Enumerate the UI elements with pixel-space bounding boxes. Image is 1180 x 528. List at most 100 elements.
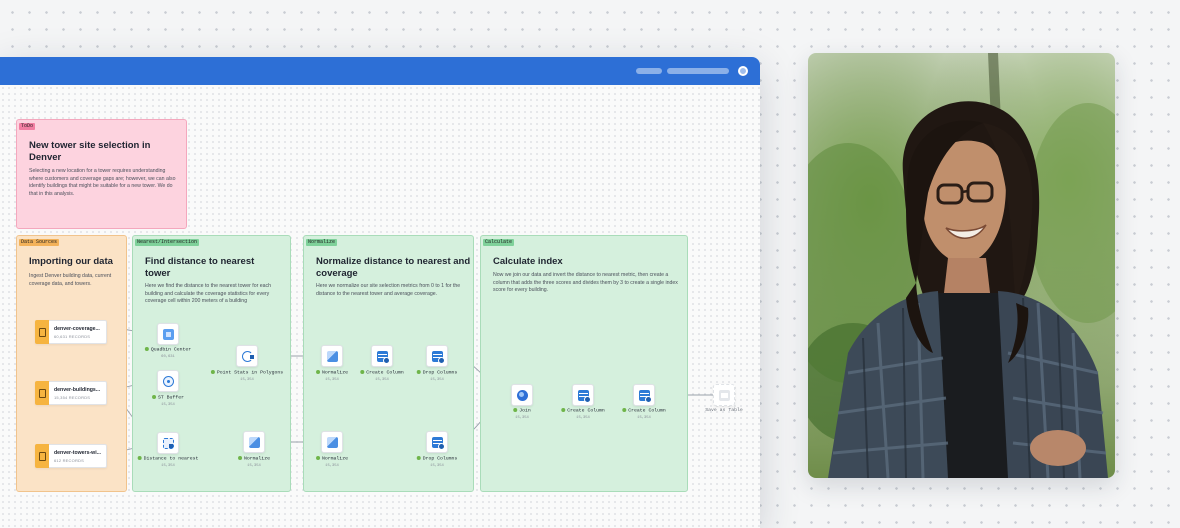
join-icon [517, 390, 528, 401]
drop-columns-icon [432, 351, 445, 364]
node-normalize-a[interactable] [321, 345, 343, 367]
node-label: Normalize [316, 370, 348, 375]
titlebar [0, 57, 760, 85]
node-count: 15,354 [325, 378, 339, 382]
node-quadbin-center[interactable] [157, 323, 179, 345]
todo-title: New tower site selection in Denver [29, 140, 151, 163]
source-record-count: 15,354 RECORDS [54, 395, 91, 400]
node-label: Drop Columns [416, 456, 457, 461]
status-ok-icon [416, 370, 421, 374]
data-sources-tag: Data Sources [19, 239, 60, 246]
status-ok-icon [316, 456, 321, 460]
status-ok-icon [360, 370, 365, 374]
drop-columns-icon [432, 437, 445, 450]
node-label: Join [513, 408, 531, 413]
node-label: Drop Columns [416, 370, 457, 375]
table-source-icon [35, 320, 49, 344]
nearest-tag: Nearest/Intersection [135, 239, 200, 246]
status-ok-icon [561, 408, 566, 412]
distance-icon [163, 438, 174, 449]
node-distance-nearest[interactable] [157, 432, 179, 454]
titlebar-control[interactable] [667, 68, 729, 74]
todo-note[interactable]: ToDo New tower site selection in Denver … [16, 119, 187, 229]
source-towers[interactable]: denver-towers-wi... 612 RECORDS [35, 444, 107, 468]
node-create-column-c[interactable] [633, 384, 655, 406]
node-count: 60,631 [161, 355, 175, 359]
node-normalize-b[interactable] [321, 431, 343, 453]
person-photo [808, 53, 1115, 478]
titlebar-control[interactable] [636, 68, 662, 74]
node-label: Save as Table [705, 408, 743, 413]
quadbin-icon [163, 329, 174, 340]
node-label: Create Column [360, 370, 404, 375]
status-ok-icon [513, 408, 518, 412]
node-label: Quadbin Center [144, 347, 191, 352]
nearest-description: Here we find the distance to the nearest… [145, 283, 272, 305]
todo-description: Selecting a new location for a tower req… [29, 168, 176, 197]
node-count: 15,354 [430, 464, 444, 468]
node-normalize-nearest[interactable] [243, 431, 265, 453]
node-count: 15,354 [240, 378, 254, 382]
buffer-icon [163, 376, 174, 387]
normalize-icon [327, 351, 338, 362]
source-coverage[interactable]: denver-coverage... 60,631 RECORDS [35, 320, 107, 344]
calculate-tag: Calculate [483, 239, 515, 246]
node-count: 15,354 [247, 464, 261, 468]
node-count: 15,354 [325, 464, 339, 468]
node-label: Create Column [622, 408, 666, 413]
node-count: 15,354 [161, 464, 175, 468]
status-ok-icon [152, 395, 157, 399]
status-ok-icon [238, 456, 243, 460]
table-source-icon [35, 444, 49, 468]
normalize-title: Normalize distance to nearest and covera… [316, 256, 471, 279]
status-ok-icon [622, 408, 627, 412]
workflow-canvas[interactable]: ToDo New tower site selection in Denver … [0, 85, 760, 528]
group-calculate[interactable]: Calculate Calculate index Now we join ou… [480, 235, 688, 492]
status-ok-icon [416, 456, 421, 460]
node-join[interactable] [511, 384, 533, 406]
point-stats-icon [242, 351, 254, 362]
data-sources-title: Importing our data [29, 256, 113, 267]
source-name: denver-buildings... [54, 387, 101, 393]
node-label: Point Stats in Polygons [210, 370, 283, 375]
source-name: denver-towers-wi... [54, 450, 101, 456]
node-drop-columns-a[interactable] [426, 345, 448, 367]
source-buildings[interactable]: denver-buildings... 15,354 RECORDS [35, 381, 107, 405]
node-count: 15,354 [576, 416, 590, 420]
normalize-icon [327, 437, 338, 448]
node-label: Normalize [238, 456, 270, 461]
status-ok-icon [316, 370, 321, 374]
node-count: 15,354 [515, 416, 529, 420]
node-create-column-a[interactable] [371, 345, 393, 367]
node-label: Distance to nearest [137, 456, 198, 461]
todo-tag: ToDo [19, 123, 36, 130]
workflow-editor-window: ToDo New tower site selection in Denver … [0, 57, 760, 528]
source-record-count: 612 RECORDS [54, 458, 84, 463]
normalize-description: Here we normalize our site selection met… [316, 283, 461, 297]
node-count: 15,354 [637, 416, 651, 420]
normalize-icon [249, 437, 260, 448]
node-count: 15,354 [375, 378, 389, 382]
node-point-stats[interactable] [236, 345, 258, 367]
create-column-icon [578, 390, 591, 403]
node-count: 15,354 [161, 403, 175, 407]
save-table-icon [719, 390, 730, 401]
source-record-count: 60,631 RECORDS [54, 334, 91, 339]
create-column-icon [377, 351, 390, 364]
node-st-buffer[interactable] [157, 370, 179, 392]
nearest-title: Find distance to nearest tower [145, 256, 255, 279]
group-nearest-intersection[interactable]: Nearest/Intersection Find distance to ne… [132, 235, 291, 492]
source-name: denver-coverage... [54, 326, 100, 332]
status-ok-icon [137, 456, 142, 460]
user-avatar-icon[interactable] [738, 66, 748, 76]
node-drop-columns-b[interactable] [426, 431, 448, 453]
status-ok-icon [144, 347, 149, 351]
person-photo-image [808, 53, 1115, 478]
data-sources-description: Ingest Denver building data, current cov… [29, 273, 112, 287]
node-label: Normalize [316, 456, 348, 461]
node-count: 15,354 [430, 378, 444, 382]
node-save-as-table[interactable] [713, 384, 735, 406]
node-create-column-b[interactable] [572, 384, 594, 406]
calculate-description: Now we join our data and invert the dist… [493, 272, 678, 294]
table-source-icon [35, 381, 49, 405]
